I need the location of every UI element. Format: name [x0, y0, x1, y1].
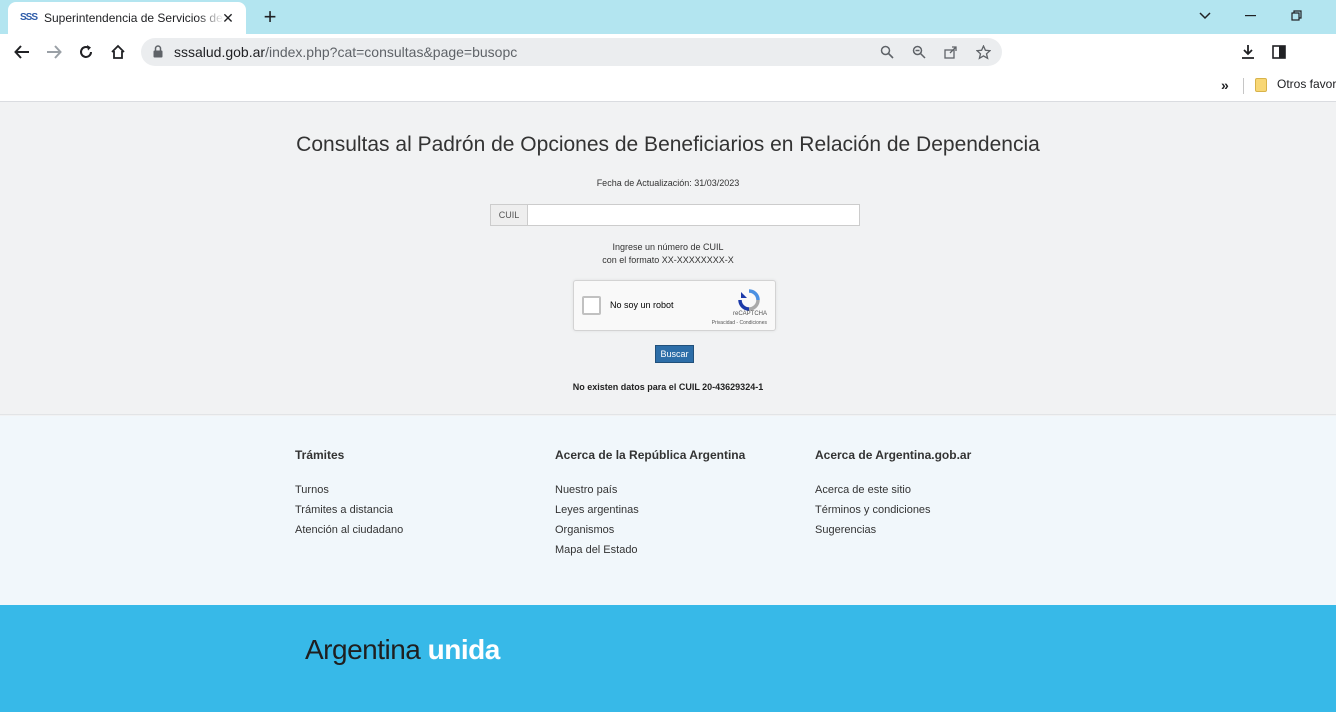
help-line-2: con el formato XX-XXXXXXXX-X: [602, 255, 734, 265]
recaptcha-brand: reCAPTCHA: [732, 311, 767, 317]
forward-arrow-icon[interactable]: [42, 40, 66, 64]
footer-column-sitio: Acerca de Argentina.gob.ar Acerca de est…: [815, 448, 971, 544]
bookmarks-bar: » Otros favoritos: [0, 70, 1336, 102]
footer-link[interactable]: Nuestro país: [555, 484, 745, 504]
lock-icon[interactable]: [153, 45, 163, 63]
footer-link[interactable]: Turnos: [295, 484, 403, 504]
back-arrow-icon[interactable]: [10, 40, 34, 64]
result-message: No existen datos para el CUIL 20-4362932…: [572, 382, 764, 392]
update-date: Fecha de Actualización: 31/03/2023: [596, 178, 740, 188]
footer-column-title: Acerca de Argentina.gob.ar: [815, 448, 972, 462]
help-line-1: Ingrese un número de CUIL: [612, 242, 724, 252]
side-panel-icon[interactable]: [1267, 40, 1291, 64]
cuil-input-group: CUIL: [490, 204, 860, 226]
recaptcha-label: No soy un robot: [610, 300, 674, 310]
query-section: Consultas al Padrón de Opciones de Benef…: [0, 103, 1336, 415]
footer-column-tramites: Trámites Turnos Trámites a distancia Ate…: [295, 448, 403, 544]
browser-tab[interactable]: SSS Superintendencia de Servicios de Sal…: [8, 2, 246, 34]
footer-link[interactable]: Términos y condiciones: [815, 504, 971, 524]
more-bookmarks-chevron-icon[interactable]: »: [1221, 77, 1229, 93]
recaptcha-widget: No soy un robot reCAPTCHA Privacidad - C…: [573, 280, 776, 331]
minimize-window-icon[interactable]: [1239, 6, 1263, 26]
cuil-help-text: Ingrese un número de CUIL con el formato…: [0, 241, 1336, 267]
share-icon[interactable]: [942, 43, 960, 61]
argentina-unida-logo: Argentina unida: [305, 634, 500, 666]
recaptcha-terms-link[interactable]: Privacidad - Condiciones: [712, 320, 767, 326]
page-title: Consultas al Padrón de Opciones de Benef…: [296, 133, 1040, 156]
brand-main-text: Argentina: [305, 634, 421, 665]
footer-column-republica: Acerca de la República Argentina Nuestro…: [555, 448, 745, 564]
tab-title: Superintendencia de Servicios de Salud: [44, 11, 224, 25]
cuil-input[interactable]: [527, 204, 860, 226]
search-button[interactable]: Buscar: [655, 345, 694, 363]
footer-link[interactable]: Trámites a distancia: [295, 504, 403, 524]
reload-icon[interactable]: [74, 40, 98, 64]
restore-window-icon[interactable]: [1285, 6, 1309, 26]
bookmarks-separator: [1243, 78, 1244, 94]
download-icon[interactable]: [1236, 40, 1260, 64]
recaptcha-checkbox[interactable]: [582, 296, 601, 315]
footer-link[interactable]: Sugerencias: [815, 524, 971, 544]
address-bar[interactable]: sssalud.gob.ar/index.php?cat=consultas&p…: [141, 38, 1002, 66]
footer-link[interactable]: Organismos: [555, 524, 745, 544]
folder-icon[interactable]: [1255, 78, 1267, 92]
site-favicon: SSS: [20, 12, 38, 23]
footer-link[interactable]: Atención al ciudadano: [295, 524, 403, 544]
footer-link[interactable]: Acerca de este sitio: [815, 484, 971, 504]
home-icon[interactable]: [106, 40, 130, 64]
brand-accent-text: unida: [427, 634, 501, 665]
footer-column-title: Trámites: [295, 448, 345, 462]
other-bookmarks-label[interactable]: Otros favoritos: [1277, 77, 1336, 91]
browser-tab-strip: SSS Superintendencia de Servicios de Sal…: [0, 0, 1336, 34]
footer-links: Trámites Turnos Trámites a distancia Ate…: [0, 416, 1336, 605]
footer-link[interactable]: Mapa del Estado: [555, 544, 745, 564]
tab-search-chevron-icon[interactable]: [1193, 6, 1217, 26]
close-tab-icon[interactable]: ✕: [220, 10, 236, 26]
footer-column-title: Acerca de la República Argentina: [555, 448, 746, 462]
brand-footer: Argentina unida: [0, 605, 1336, 712]
browser-toolbar: sssalud.gob.ar/index.php?cat=consultas&p…: [0, 34, 1336, 70]
url-text[interactable]: sssalud.gob.ar/index.php?cat=consultas&p…: [174, 44, 517, 60]
bookmark-star-icon[interactable]: [974, 43, 992, 61]
search-icon[interactable]: [878, 43, 896, 61]
cuil-label: CUIL: [490, 204, 527, 226]
zoom-out-icon[interactable]: [910, 43, 928, 61]
new-tab-button[interactable]: +: [258, 6, 282, 28]
footer-link[interactable]: Leyes argentinas: [555, 504, 745, 524]
